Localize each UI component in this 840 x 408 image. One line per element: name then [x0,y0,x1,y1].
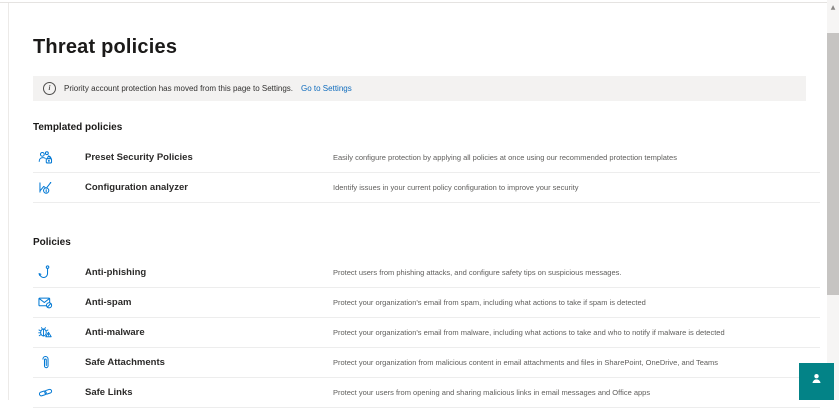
vertical-scrollbar[interactable]: ▲ [827,0,839,400]
policy-row[interactable]: Anti-phishing Protect users from phishin… [33,258,820,288]
section-header: Templated policies [33,122,123,133]
preset-security-policies-icon [33,149,85,166]
policy-name: Safe Attachments [85,357,165,368]
policy-name: Safe Links [85,387,133,398]
policy-sections: Templated policies Preset Security Polic… [33,121,820,408]
policy-name: Anti-malware [85,327,145,338]
anti-malware-icon [33,324,85,341]
policy-description: Protect your organization's email from m… [333,328,725,337]
feedback-person-icon [810,372,823,385]
policy-name: Anti-spam [85,297,132,308]
policy-description: Identify issues in your current policy c… [333,183,579,192]
section-header: Policies [33,237,71,248]
page-title: Threat policies [33,36,178,58]
priority-protection-banner: i Priority account protection has moved … [33,76,806,101]
section: Policies Anti-phishing Protect users fro… [33,236,820,408]
policy-row[interactable]: Safe Attachments Protect your organizati… [33,348,820,378]
page-left-border [8,3,9,400]
feedback-button[interactable] [799,363,834,400]
section: Templated policies Preset Security Polic… [33,121,820,203]
policy-row[interactable]: Configuration analyzer Identify issues i… [33,173,820,203]
policy-description: Easily configure protection by applying … [333,153,677,162]
info-icon: i [43,82,56,95]
safe-attachments-icon [33,354,85,371]
policy-name: Configuration analyzer [85,182,188,193]
banner-text: Priority account protection has moved fr… [64,84,294,93]
safe-links-icon [33,384,85,401]
policy-description: Protect your organization from malicious… [333,358,719,367]
rows: Anti-phishing Protect users from phishin… [33,258,820,408]
policy-row[interactable]: Anti-malware Protect your organization's… [33,318,820,348]
policy-row[interactable]: Anti-spam Protect your organization's em… [33,288,820,318]
policy-name: Preset Security Policies [85,152,193,163]
scroll-up-arrow[interactable]: ▲ [827,4,839,12]
anti-phishing-icon [33,264,85,281]
go-to-settings-link[interactable]: Go to Settings [301,84,352,93]
policy-name: Anti-phishing [85,267,147,278]
scrollbar-thumb[interactable] [827,33,839,295]
policy-description: Protect your organization's email from s… [333,298,646,307]
configuration-analyzer-icon [33,179,85,196]
anti-spam-icon [33,294,85,311]
rows: Preset Security Policies Easily configur… [33,143,820,203]
policy-row[interactable]: Preset Security Policies Easily configur… [33,143,820,173]
page-top-border [0,2,828,3]
policy-description: Protect your users from opening and shar… [333,388,651,397]
policy-row[interactable]: Safe Links Protect your users from openi… [33,378,820,408]
policy-description: Protect users from phishing attacks, and… [333,268,622,277]
